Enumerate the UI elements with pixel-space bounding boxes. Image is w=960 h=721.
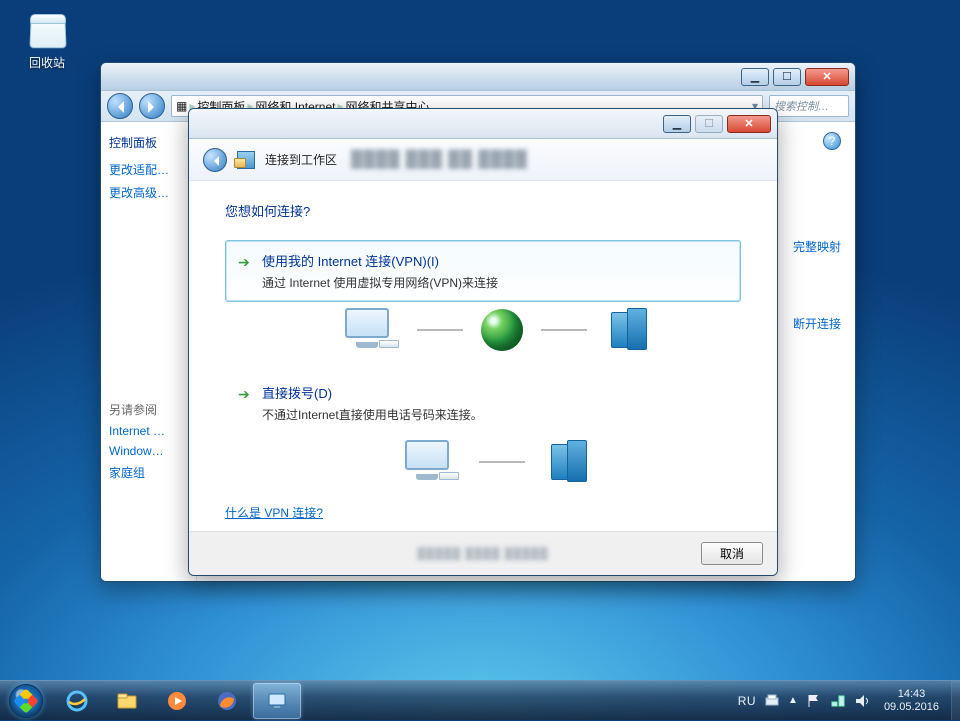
taskbar-control-panel[interactable] bbox=[253, 683, 301, 719]
help-icon[interactable]: ? bbox=[823, 132, 841, 150]
taskbar-media-player[interactable] bbox=[153, 683, 201, 719]
globe-icon bbox=[481, 309, 523, 351]
search-placeholder: 搜索控制… bbox=[774, 98, 829, 114]
close-button[interactable] bbox=[805, 68, 849, 86]
sidebar-link-adapters[interactable]: 更改适配… bbox=[109, 161, 188, 178]
cp-link-fullmap[interactable]: 完整映射 bbox=[793, 238, 841, 255]
dial-diagram bbox=[255, 440, 741, 484]
taskbar-ie[interactable] bbox=[53, 683, 101, 719]
wizard-titlebar[interactable] bbox=[189, 109, 777, 139]
option-vpn-title: 使用我的 Internet 连接(VPN)(I) bbox=[262, 251, 726, 270]
nav-back-button[interactable] bbox=[107, 93, 133, 119]
nav-forward-button[interactable] bbox=[139, 93, 165, 119]
tray-flag-icon[interactable] bbox=[806, 693, 822, 709]
tray-time: 14:43 bbox=[884, 688, 939, 701]
tray-network-icon[interactable] bbox=[830, 693, 846, 709]
minimize-button[interactable] bbox=[741, 68, 769, 86]
search-input[interactable]: 搜索控制… bbox=[769, 95, 849, 117]
see-also-header: 另请参阅 bbox=[109, 401, 188, 418]
recycle-bin-label: 回收站 bbox=[18, 54, 76, 71]
option-vpn-desc: 通过 Internet 使用虚拟专用网络(VPN)来连接 bbox=[262, 274, 726, 291]
tray-chevron-up-icon[interactable]: ▲ bbox=[788, 695, 798, 706]
link-what-is-vpn[interactable]: 什么是 VPN 连接? bbox=[225, 506, 323, 520]
network-wizard-icon bbox=[237, 151, 255, 169]
servers-icon bbox=[545, 440, 591, 484]
see-also-homegroup[interactable]: 家庭组 bbox=[109, 464, 188, 481]
vpn-diagram bbox=[255, 308, 741, 352]
taskbar-firefox[interactable] bbox=[203, 683, 251, 719]
wizard-title-extra: ████ ███ ██ ████ bbox=[351, 151, 528, 169]
tray-clock[interactable]: 14:43 09.05.2016 bbox=[878, 688, 945, 713]
option-dial-desc: 不通过Internet直接使用电话号码来连接。 bbox=[262, 406, 726, 423]
sidebar-link-advanced[interactable]: 更改高级… bbox=[109, 184, 188, 201]
maximize-button[interactable] bbox=[773, 68, 801, 86]
option-dial[interactable]: ➔ 直接拨号(D) 不通过Internet直接使用电话号码来连接。 bbox=[225, 372, 741, 434]
tray-volume-icon[interactable] bbox=[854, 693, 870, 709]
cp-link-disconnect[interactable]: 断开连接 bbox=[793, 315, 841, 332]
cp-titlebar[interactable] bbox=[101, 63, 855, 91]
computer-icon bbox=[345, 308, 399, 352]
option-dial-title: 直接拨号(D) bbox=[262, 383, 726, 402]
tray-date: 09.05.2016 bbox=[884, 701, 939, 714]
wizard-title: 连接到工作区 bbox=[265, 151, 337, 168]
arrow-right-icon: ➔ bbox=[238, 254, 250, 271]
sidebar-header: 控制面板 bbox=[109, 134, 188, 151]
see-also-windows[interactable]: Window… bbox=[109, 444, 188, 458]
wizard-minimize-button[interactable] bbox=[663, 115, 691, 133]
show-desktop-button[interactable] bbox=[951, 681, 960, 720]
desktop-recycle-bin[interactable]: 回收站 bbox=[18, 10, 76, 71]
tray-lang[interactable]: RU bbox=[738, 694, 756, 708]
option-vpn[interactable]: ➔ 使用我的 Internet 连接(VPN)(I) 通过 Internet 使… bbox=[225, 240, 741, 302]
connect-workplace-wizard: 连接到工作区 ████ ███ ██ ████ 您想如何连接? ➔ 使用我的 I… bbox=[188, 108, 778, 576]
footer-blurred-text: █████ ████ █████ bbox=[189, 548, 777, 560]
wizard-question: 您想如何连接? bbox=[225, 201, 741, 220]
start-button[interactable] bbox=[0, 681, 52, 721]
taskbar: RU ▲ 14:43 09.05.2016 bbox=[0, 680, 960, 720]
wizard-back-button[interactable] bbox=[203, 148, 227, 172]
windows-orb-icon bbox=[9, 684, 43, 718]
tray-printer-icon[interactable] bbox=[764, 693, 780, 709]
computer-icon bbox=[405, 440, 459, 484]
servers-icon bbox=[605, 308, 651, 352]
wizard-maximize-button[interactable] bbox=[695, 115, 723, 133]
recycle-bin-icon bbox=[27, 10, 67, 50]
breadcrumb-icon: ▦ bbox=[176, 99, 187, 113]
wizard-close-button[interactable] bbox=[727, 115, 771, 133]
arrow-right-icon: ➔ bbox=[238, 386, 250, 403]
taskbar-explorer[interactable] bbox=[103, 683, 151, 719]
see-also-internet[interactable]: Internet … bbox=[109, 424, 188, 438]
